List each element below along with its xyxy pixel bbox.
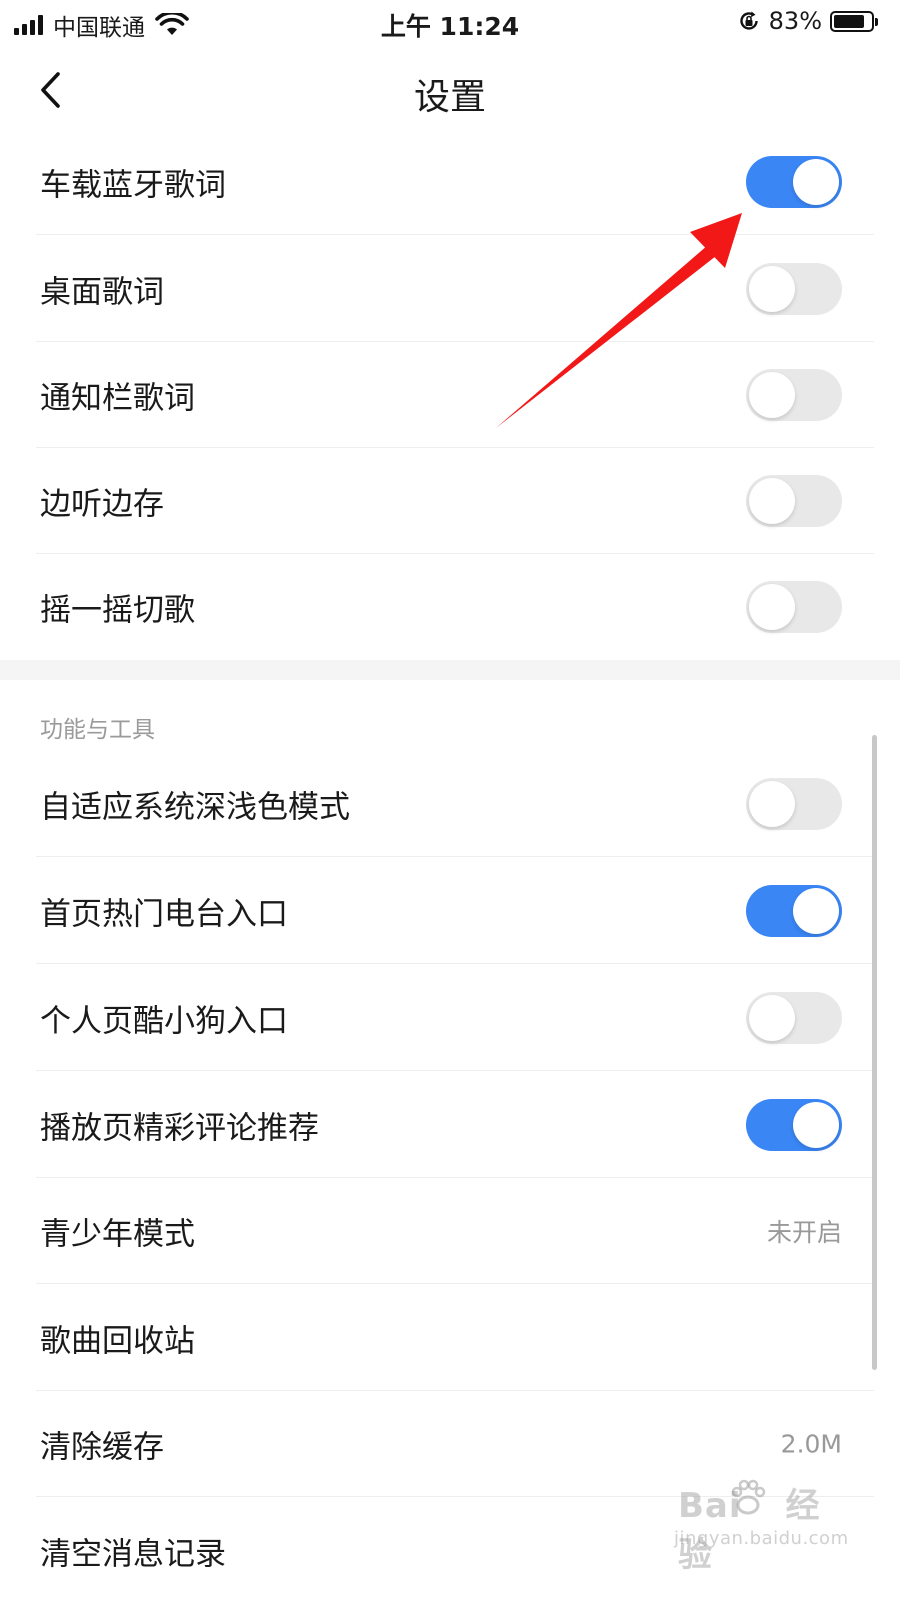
setting-row-home-radio-entry[interactable]: 首页热门电台入口: [0, 857, 900, 964]
setting-label: 清除缓存: [40, 1429, 164, 1465]
toggle-switch[interactable]: [746, 580, 842, 633]
setting-row-teen-mode[interactable]: 青少年模式 未开启: [0, 1177, 900, 1284]
toggle-switch[interactable]: [746, 474, 842, 527]
battery-icon: [830, 10, 878, 32]
setting-label: 清空消息记录: [40, 1536, 226, 1572]
paw-icon: [731, 1479, 766, 1515]
setting-row-profile-dog-entry[interactable]: 个人页酷小狗入口: [0, 964, 900, 1071]
setting-label: 摇一摇切歌: [40, 592, 195, 628]
setting-label: 自适应系统深浅色模式: [40, 789, 350, 825]
status-bar: 中国联通 上午 11:24 83%: [0, 0, 900, 46]
battery-fill: [834, 14, 864, 28]
setting-value: 未开启: [766, 1217, 842, 1247]
scrollbar[interactable]: [872, 735, 877, 1370]
setting-row-desktop-lyrics[interactable]: 桌面歌词: [0, 235, 900, 342]
rotation-lock-icon: [739, 11, 758, 30]
setting-label: 桌面歌词: [40, 274, 164, 310]
setting-row-adaptive-dark-mode[interactable]: 自适应系统深浅色模式: [0, 750, 900, 857]
page-title: 设置: [413, 77, 486, 118]
toggle-switch[interactable]: [746, 262, 842, 315]
battery-percent: 83%: [768, 7, 822, 35]
nav-bar: 设置: [0, 46, 900, 136]
setting-row-shake-to-switch[interactable]: 摇一摇切歌: [0, 553, 900, 660]
status-right: 83%: [737, 7, 878, 35]
setting-label: 播放页精彩评论推荐: [40, 1110, 319, 1146]
section-header: 功能与工具: [40, 717, 155, 743]
setting-label: 车载蓝牙歌词: [40, 167, 226, 203]
setting-label: 首页热门电台入口: [40, 896, 288, 932]
toggle-switch[interactable]: [746, 368, 842, 421]
setting-row-song-recycle-bin[interactable]: 歌曲回收站: [0, 1284, 900, 1391]
toggle-switch[interactable]: [746, 991, 842, 1044]
toggle-switch[interactable]: [746, 884, 842, 937]
setting-label: 个人页酷小狗入口: [40, 1003, 288, 1039]
setting-row-listen-and-save[interactable]: 边听边存: [0, 447, 900, 554]
setting-value: 2.0M: [780, 1429, 842, 1458]
toggle-switch[interactable]: [746, 1098, 842, 1151]
setting-row-comment-recommend[interactable]: 播放页精彩评论推荐: [0, 1071, 900, 1178]
setting-label: 歌曲回收站: [40, 1323, 195, 1359]
toggle-switch[interactable]: [746, 155, 842, 208]
section-separator: [0, 660, 900, 680]
watermark-url: jingyan.baidu.com: [674, 1528, 849, 1549]
toggle-switch[interactable]: [746, 777, 842, 830]
setting-row-car-bluetooth-lyrics[interactable]: 车载蓝牙歌词: [0, 128, 900, 235]
setting-label: 青少年模式: [40, 1216, 195, 1252]
setting-label: 边听边存: [40, 486, 164, 522]
setting-label: 通知栏歌词: [40, 380, 195, 416]
settings-screen: 中国联通 上午 11:24 83% 设置 车载蓝牙歌词 桌面歌词 通知栏歌词 边…: [0, 0, 900, 1600]
setting-row-notification-lyrics[interactable]: 通知栏歌词: [0, 341, 900, 448]
baidu-watermark: Bai 经验 jingyan.baidu.com: [670, 1472, 848, 1575]
